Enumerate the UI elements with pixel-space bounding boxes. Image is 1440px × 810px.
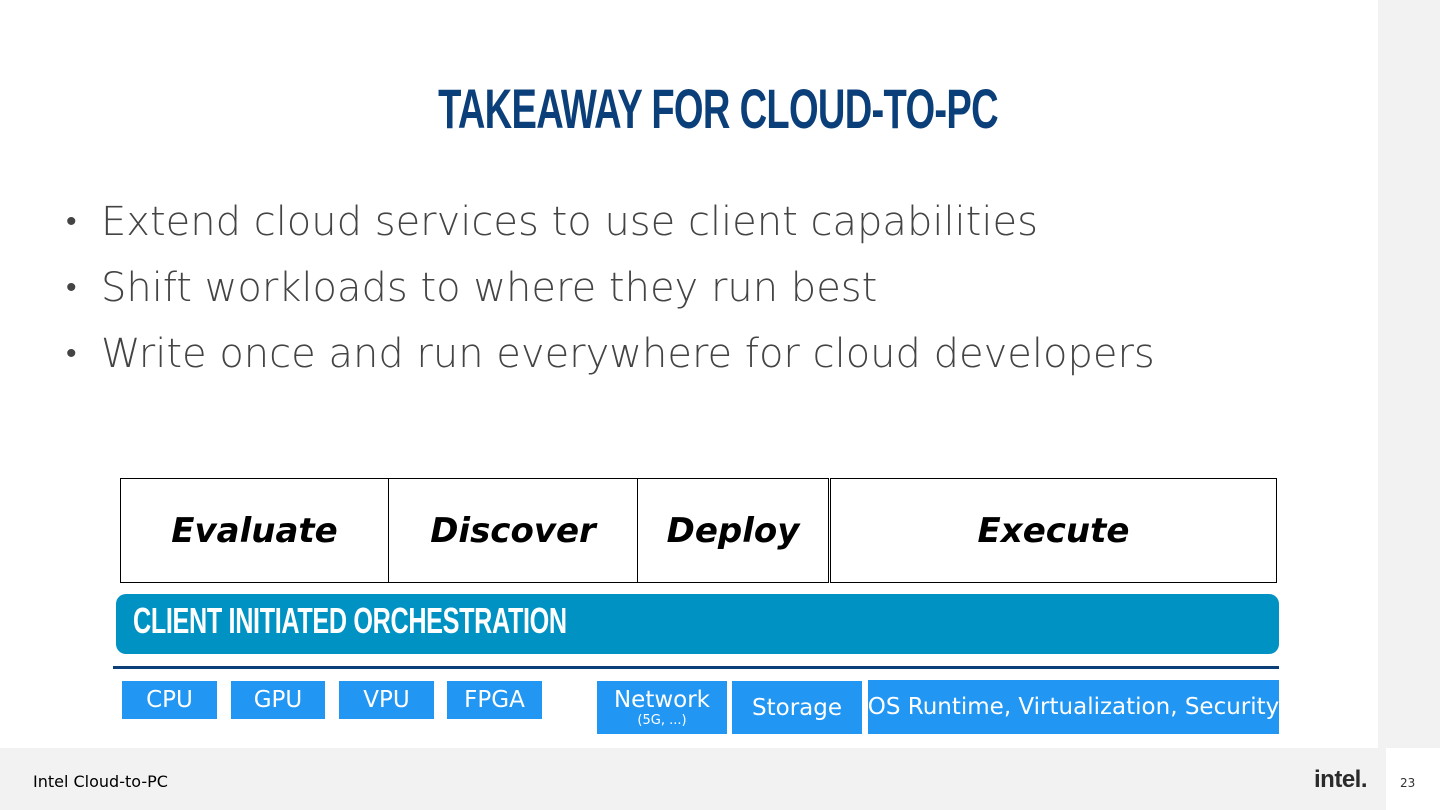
right-margin-strip bbox=[1378, 0, 1440, 748]
orchestration-bar: CLIENT INITIATED ORCHESTRATION bbox=[116, 594, 1279, 654]
phase-execute: Execute bbox=[830, 478, 1277, 583]
footer-bar bbox=[0, 748, 1386, 810]
bullet-item: Extend cloud services to use client capa… bbox=[66, 196, 1155, 262]
orchestration-label: CLIENT INITIATED ORCHESTRATION bbox=[133, 600, 567, 641]
capability-label: Storage bbox=[752, 694, 842, 721]
capability-label: OS Runtime, Virtualization, Security bbox=[867, 694, 1280, 720]
slide-title: TAKEAWAY FOR CLOUD-TO-PC bbox=[438, 77, 999, 140]
capability-label: Network bbox=[613, 687, 711, 713]
intel-logo: intel. bbox=[1314, 766, 1368, 793]
capability-label: CPU bbox=[146, 687, 193, 713]
bullet-list: Extend cloud services to use client capa… bbox=[66, 196, 1155, 394]
bullet-item: Shift workloads to where they run best bbox=[66, 262, 1155, 328]
capability-sublabel: (5G, ...) bbox=[637, 713, 687, 728]
capability-label: VPU bbox=[363, 687, 410, 713]
bullet-item: Write once and run everywhere for cloud … bbox=[66, 328, 1155, 394]
footer-text: Intel Cloud-to-PC bbox=[33, 772, 168, 791]
capability-vpu: VPU bbox=[339, 681, 434, 719]
page-number: 23 bbox=[1400, 776, 1416, 790]
phase-evaluate: Evaluate bbox=[120, 478, 389, 583]
divider-line bbox=[113, 666, 1279, 669]
capability-cpu: CPU bbox=[122, 681, 217, 719]
phase-deploy: Deploy bbox=[637, 478, 829, 583]
capability-label: GPU bbox=[253, 687, 303, 713]
phase-discover: Discover bbox=[388, 478, 638, 583]
capability-fpga: FPGA bbox=[447, 681, 542, 719]
capability-label: FPGA bbox=[464, 687, 525, 713]
capability-gpu: GPU bbox=[231, 681, 325, 719]
capability-network: Network (5G, ...) bbox=[597, 681, 727, 734]
capability-storage: Storage bbox=[732, 681, 862, 734]
capability-os-runtime: OS Runtime, Virtualization, Security bbox=[868, 680, 1279, 734]
